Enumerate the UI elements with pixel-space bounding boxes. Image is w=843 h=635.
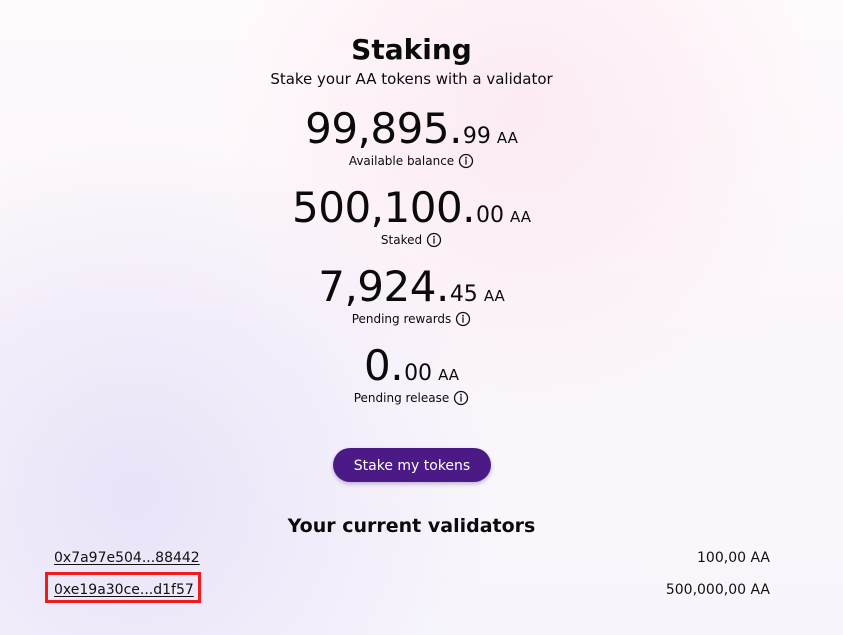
page-title: Staking xyxy=(351,33,472,66)
available-balance-label: Available balance xyxy=(348,154,455,168)
validator-row: 0x7a97e504...88442 100,00 AA xyxy=(54,547,770,569)
info-icon[interactable] xyxy=(453,390,469,406)
pending-rewards-label: Pending rewards xyxy=(351,312,452,326)
available-balance-metric: 99,895. 99 AA Available balance xyxy=(0,108,823,169)
staked-metric: 500,100. 00 AA Staked xyxy=(0,187,823,248)
staked-value: 500,100. 00 AA xyxy=(292,187,531,229)
pending-release-unit: AA xyxy=(438,366,460,384)
staked-decimal: 00 xyxy=(476,203,505,228)
pending-release-whole: 0. xyxy=(363,341,404,390)
pending-rewards-decimal: 45 xyxy=(449,282,478,307)
validator-address-link[interactable]: 0xe19a30ce...d1f57 xyxy=(54,581,194,599)
pending-rewards-value: 7,924. 45 AA xyxy=(318,266,505,308)
pending-rewards-label-row: Pending rewards xyxy=(352,311,472,327)
pending-rewards-metric: 7,924. 45 AA Pending rewards xyxy=(0,266,823,327)
current-validators-title: Your current validators xyxy=(287,515,536,537)
validator-amount: 100,00 AA xyxy=(697,550,770,566)
available-balance-value: 99,895. 99 AA xyxy=(305,108,518,150)
info-icon[interactable] xyxy=(458,153,474,169)
pending-release-decimal: 00 xyxy=(404,361,433,386)
validator-row: 0xe19a30ce...d1f57 500,000,00 AA xyxy=(54,579,770,601)
available-balance-unit: AA xyxy=(496,129,518,147)
available-balance-decimal: 99 xyxy=(462,124,491,149)
info-icon[interactable] xyxy=(426,232,442,248)
pending-rewards-unit: AA xyxy=(483,287,505,305)
validator-amount: 500,000,00 AA xyxy=(665,582,770,598)
pending-rewards-whole: 7,924. xyxy=(318,262,449,311)
info-icon[interactable] xyxy=(455,311,471,327)
staked-unit: AA xyxy=(510,208,531,226)
staked-whole: 500,100. xyxy=(292,183,476,232)
pending-release-label: Pending release xyxy=(353,391,450,405)
stake-my-tokens-button[interactable]: Stake my tokens xyxy=(333,448,491,482)
validator-address-link[interactable]: 0x7a97e504...88442 xyxy=(54,549,200,567)
staked-label-row: Staked xyxy=(381,232,442,248)
page-subtitle: Stake your AA tokens with a validator xyxy=(270,70,553,88)
available-balance-label-row: Available balance xyxy=(349,153,474,169)
pending-release-value: 0. 00 AA xyxy=(364,345,459,387)
pending-release-label-row: Pending release xyxy=(354,390,470,406)
staked-label: Staked xyxy=(380,233,423,247)
staking-page: Staking Stake your AA tokens with a vali… xyxy=(0,0,843,635)
pending-release-metric: 0. 00 AA Pending release xyxy=(0,345,823,406)
available-balance-whole: 99,895. xyxy=(305,104,462,153)
